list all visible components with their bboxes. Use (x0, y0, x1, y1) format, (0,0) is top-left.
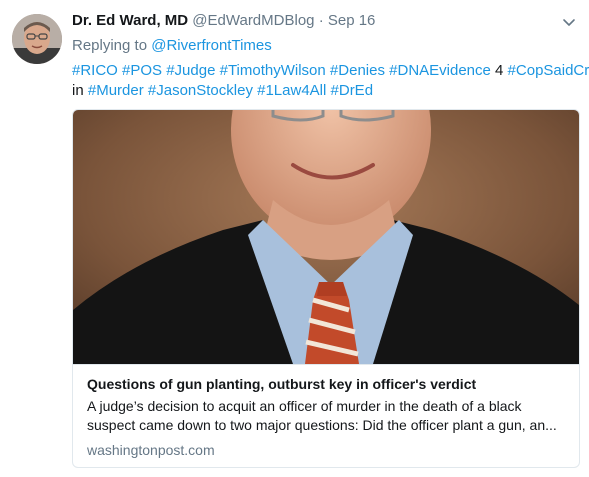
replying-to-label: Replying to (72, 37, 148, 54)
chevron-down-icon[interactable] (561, 14, 577, 30)
tweet: Dr. Ed Ward, MD @EdWardMDBlog · Sep 16 R… (0, 0, 589, 477)
hashtag-link[interactable]: #Judge (166, 62, 215, 79)
hashtag-link[interactable]: #POS (122, 62, 162, 79)
user-handle[interactable]: @EdWardMDBlog (192, 12, 314, 29)
card-image[interactable] (73, 110, 579, 365)
separator-dot: · (318, 12, 324, 29)
card-title[interactable]: Questions of gun planting, outburst key … (87, 375, 565, 394)
tweet-text: #RICO #POS #Judge #TimothyWilson #Denies… (72, 61, 589, 101)
tweet-text-line-1: #RICO #POS #Judge #TimothyWilson #Denies… (72, 61, 589, 81)
hashtag-link[interactable]: #JasonStockley (148, 82, 253, 99)
card-body: Questions of gun planting, outburst key … (73, 365, 579, 460)
avatar[interactable] (12, 14, 62, 64)
hashtag-link[interactable]: #Denies (330, 62, 385, 79)
tweet-header: Dr. Ed Ward, MD @EdWardMDBlog · Sep 16 (72, 11, 375, 31)
tweet-word: 4 (495, 62, 504, 79)
hashtag-link[interactable]: #RICO (72, 62, 118, 79)
link-preview-card[interactable]: Questions of gun planting, outburst key … (72, 109, 580, 468)
tweet-text-line-2: in #Murder #JasonStockley #1Law4All #DrE… (72, 81, 582, 101)
tweet-timestamp[interactable]: Sep 16 (328, 12, 376, 29)
tweet-word: in (72, 82, 84, 99)
card-description: A judge’s decision to acquit an officer … (87, 397, 567, 435)
hashtag-link[interactable]: #Murder (88, 82, 144, 99)
reply-target-link[interactable]: @RiverfrontTimes (151, 37, 272, 54)
hashtag-link[interactable]: #TimothyWilson (220, 62, 326, 79)
hashtag-link[interactable]: #DrEd (331, 82, 374, 99)
hashtag-link[interactable]: #CopSaidCrap (508, 62, 589, 79)
card-description-line: A judge’s decision to acquit an officer … (87, 398, 522, 414)
replying-to: Replying to @RiverfrontTimes (72, 36, 272, 56)
card-description-line: suspect came down to two major questions… (87, 417, 557, 433)
hashtag-link[interactable]: #1Law4All (257, 82, 326, 99)
display-name[interactable]: Dr. Ed Ward, MD (72, 12, 188, 29)
hashtag-link[interactable]: #DNAEvidence (389, 62, 491, 79)
card-domain: washingtonpost.com (87, 442, 215, 458)
